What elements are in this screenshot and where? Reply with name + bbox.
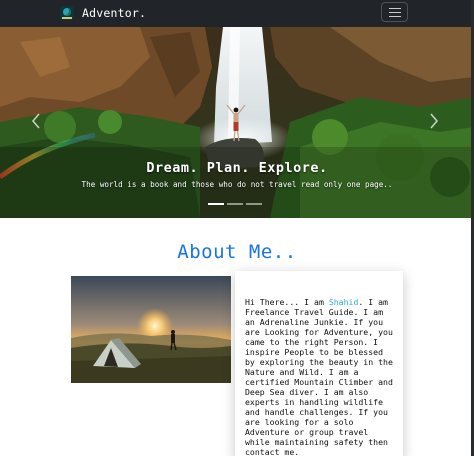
camping-tent-photo	[71, 276, 231, 383]
about-text-body: . I am Freelance Travel Guide. I am an A…	[245, 297, 393, 456]
about-name-highlight: Shahid	[328, 297, 359, 307]
about-heading: About Me..	[177, 241, 297, 263]
about-text-intro: Hi There... I am	[245, 297, 329, 307]
carousel-prev-button[interactable]	[24, 107, 48, 135]
waterfall-hero-image	[0, 27, 474, 218]
carousel-next-button[interactable]	[422, 107, 446, 135]
hero-subtitle: The world is a book and those who do not…	[81, 180, 393, 189]
hamburger-line	[389, 12, 401, 14]
hero-title: Dream. Plan. Explore.	[146, 160, 328, 176]
menu-toggle-button[interactable]	[381, 2, 408, 22]
chevron-right-icon	[430, 113, 438, 129]
about-description: Hi There... I am Shahid. I am Freelance …	[245, 297, 395, 456]
brand-name: Adventor.	[82, 6, 147, 20]
brand-link[interactable]: Adventor.	[60, 5, 146, 21]
carousel-indicator-2[interactable]	[227, 203, 243, 205]
globe-logo-icon	[60, 6, 74, 20]
hero-carousel: Dream. Plan. Explore. The world is a boo…	[0, 27, 474, 218]
hamburger-line	[389, 16, 401, 18]
carousel-indicator-3[interactable]	[246, 203, 262, 205]
about-card: Hi There... I am Shahid. I am Freelance …	[235, 271, 403, 456]
carousel-indicator-1[interactable]	[208, 203, 224, 205]
carousel-indicators	[208, 203, 262, 205]
navbar: Adventor.	[0, 0, 474, 27]
hamburger-menu-icon	[389, 8, 401, 10]
chevron-left-icon	[32, 113, 40, 129]
